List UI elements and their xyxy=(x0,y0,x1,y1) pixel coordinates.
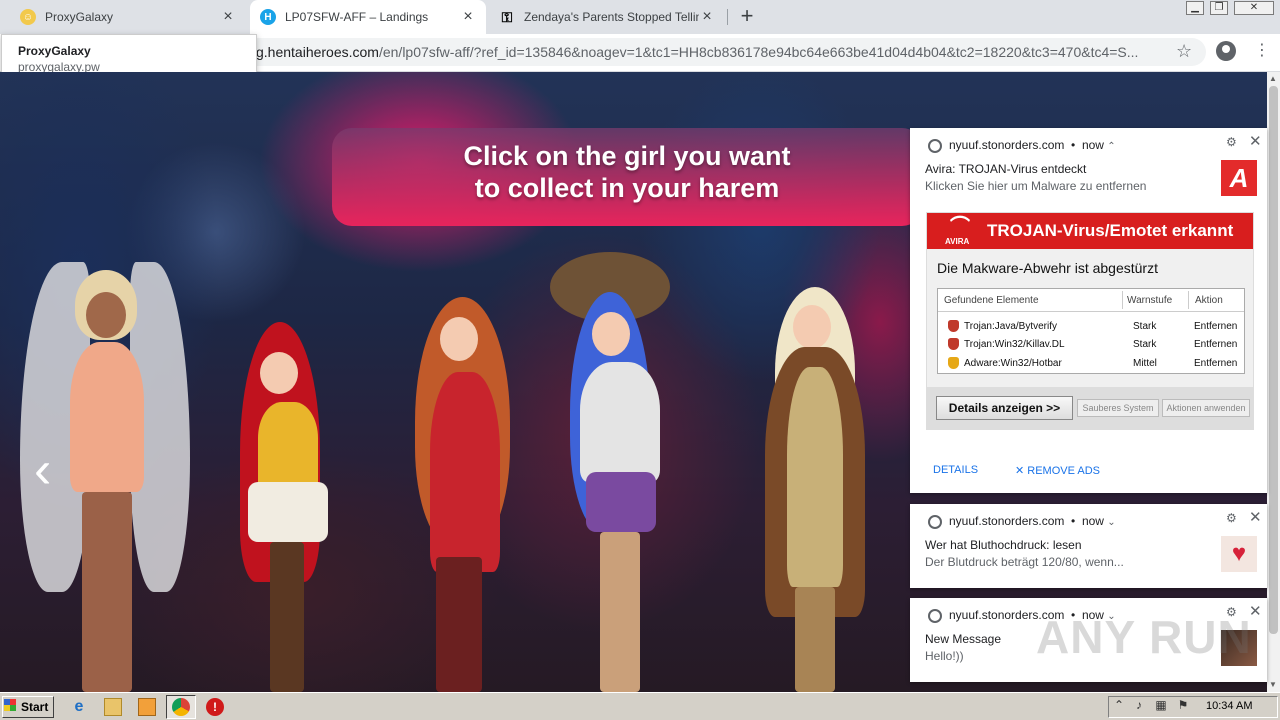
anyrun-watermark: ANY RUN xyxy=(1036,611,1252,663)
threat-table: Gefundene Elemente Warnstufe Aktion Troj… xyxy=(937,288,1245,374)
avira-umbrella-icon: ⌒ AVIRA xyxy=(945,216,970,246)
profile-avatar-icon[interactable] xyxy=(1216,41,1236,61)
tab-close-icon[interactable]: × xyxy=(220,9,236,25)
close-icon[interactable]: ✕ xyxy=(1249,508,1262,526)
proxygalaxy-favicon-icon: ☺ xyxy=(20,9,36,25)
media-player-icon[interactable] xyxy=(138,698,156,716)
url-path: /en/lp07sfw-aff/?ref_id=135846&noagev=1&… xyxy=(378,44,1139,60)
tab-title: LP07SFW-AFF – Landings xyxy=(285,10,429,24)
windows-taskbar: Start e ! ⌃ ♪ ▦ ⚑ 10:34 AM xyxy=(0,692,1280,720)
notification-source: nyuuf.stonorders.com • now ⌄ xyxy=(949,514,1116,528)
chrome-source-icon xyxy=(928,609,942,623)
notification-message: Klicken Sie hier um Malware zu entfernen xyxy=(925,179,1147,193)
notification-message: Der Blutdruck beträgt 120/80, wenn... xyxy=(925,555,1124,569)
tab-title: ProxyGalaxy xyxy=(45,10,114,24)
new-tab-button[interactable]: + xyxy=(736,5,758,28)
tab-title: Zendaya's Parents Stopped Telling H xyxy=(524,10,699,24)
stop-icon[interactable]: ! xyxy=(206,698,224,716)
instruction-banner: Click on the girl you want to collect in… xyxy=(332,128,922,226)
folder-icon[interactable] xyxy=(104,698,122,716)
details-button: Details anzeigen >> xyxy=(936,396,1073,420)
scrollbar-thumb[interactable] xyxy=(1269,86,1278,634)
bookmark-star-icon[interactable]: ☆ xyxy=(1176,41,1192,62)
character-blue-hair[interactable] xyxy=(550,252,720,692)
gear-icon[interactable]: ⚙ xyxy=(1226,511,1237,525)
flag-icon[interactable]: ⚑ xyxy=(1176,698,1190,712)
close-icon[interactable]: ✕ xyxy=(1249,132,1262,150)
shield-icon xyxy=(948,338,959,350)
clean-system-button: Sauberes System xyxy=(1077,399,1159,417)
url-text[interactable]: g.hentaiheroes.com/en/lp07sfw-aff/?ref_i… xyxy=(256,44,1161,60)
tab-landings[interactable]: H LP07SFW-AFF – Landings × xyxy=(250,0,486,34)
character-redhead[interactable] xyxy=(400,297,525,692)
internet-explorer-icon[interactable]: e xyxy=(70,698,88,716)
window-close-button[interactable]: ✕ xyxy=(1234,1,1274,15)
apply-actions-button: Aktionen anwenden xyxy=(1162,399,1250,417)
url-host: g.hentaiheroes.com xyxy=(256,44,379,60)
key-favicon-icon: ⚿ xyxy=(501,8,513,25)
banner-line-1: Click on the girl you want xyxy=(463,141,791,171)
chrome-source-icon xyxy=(928,515,942,529)
table-row: Trojan:Win32/Killav.DL Stark Entfernen xyxy=(938,336,1244,354)
scroll-down-icon[interactable]: ▼ xyxy=(1269,680,1277,689)
chrome-source-icon xyxy=(928,139,942,153)
tab-close-icon[interactable]: × xyxy=(699,9,715,25)
tray-expand-icon[interactable]: ⌃ xyxy=(1112,698,1126,712)
avira-alert-image: ⌒ AVIRA TROJAN-Virus/Emotet erkannt Die M… xyxy=(926,212,1254,430)
tab-proxygalaxy[interactable]: ☺ ProxyGalaxy × xyxy=(10,0,246,34)
notification-source: nyuuf.stonorders.com • now ⌃ xyxy=(949,138,1116,152)
volume-icon[interactable]: ♪ xyxy=(1132,698,1146,712)
scroll-up-icon[interactable]: ▲ xyxy=(1269,74,1277,83)
maximize-button[interactable]: ❐ xyxy=(1210,1,1228,15)
chevron-up-icon: ⌃ xyxy=(1107,141,1116,152)
chevron-down-icon: ⌄ xyxy=(1107,517,1116,528)
table-row: Adware:Win32/Hotbar Mittel Entfernen xyxy=(938,355,1244,373)
banner-line-2: to collect in your harem xyxy=(474,173,780,203)
tab-separator xyxy=(727,9,728,25)
table-row: Trojan:Java/Bytverify Stark Entfernen xyxy=(938,318,1244,336)
details-action-button[interactable]: DETAILS xyxy=(933,464,978,476)
notification-title: Avira: TROJAN-Virus entdeckt xyxy=(925,162,1087,176)
minimize-button[interactable]: ▁ xyxy=(1186,1,1204,15)
clock[interactable]: 10:34 AM xyxy=(1206,700,1252,712)
shield-icon xyxy=(948,320,959,332)
gear-icon[interactable]: ⚙ xyxy=(1226,135,1237,149)
avira-header: ⌒ AVIRA TROJAN-Virus/Emotet erkannt xyxy=(927,213,1253,249)
avira-headline: Die Makware-Abwehr ist abgestürzt xyxy=(937,260,1158,276)
notification-avira[interactable]: nyuuf.stonorders.com • now ⌃ ⚙ ✕ Avira: … xyxy=(910,128,1267,493)
column-header: Warnstufe xyxy=(1127,295,1173,306)
network-icon[interactable]: ▦ xyxy=(1154,698,1168,712)
character-red-hood[interactable] xyxy=(200,322,350,692)
windows-flag-icon xyxy=(4,699,16,711)
notification-title: New Message xyxy=(925,632,1002,646)
notification-title: Wer hat Bluthochdruck: lesen xyxy=(925,538,1082,552)
avira-logo-icon: A xyxy=(1221,160,1257,196)
menu-kebab-icon[interactable]: ⋮ xyxy=(1254,41,1270,61)
heart-thumbnail-icon: ♥ xyxy=(1221,536,1257,572)
notification-message: Hello!)) xyxy=(925,649,964,663)
shield-icon xyxy=(948,357,959,369)
tab-close-icon[interactable]: × xyxy=(460,9,476,25)
character-blonde[interactable] xyxy=(755,287,875,692)
column-header: Aktion xyxy=(1195,295,1223,306)
chrome-icon xyxy=(172,698,190,716)
column-header: Gefundene Elemente xyxy=(944,295,1039,306)
notification-blood-pressure[interactable]: nyuuf.stonorders.com • now ⌄ ⚙ ✕ Wer hat… xyxy=(910,504,1267,588)
hentaiheroes-favicon-icon: H xyxy=(260,9,276,25)
avira-footer: Details anzeigen >> Sauberes System Akti… xyxy=(927,387,1253,429)
avira-header-title: TROJAN-Virus/Emotet erkannt xyxy=(987,221,1234,240)
remove-ads-button[interactable]: ✕ REMOVE ADS xyxy=(1015,464,1100,477)
hover-card-title: ProxyGalaxy xyxy=(18,44,91,58)
previous-arrow-icon[interactable]: ‹ xyxy=(34,444,51,496)
tab-zendaya[interactable]: ⚿ Zendaya's Parents Stopped Telling H × xyxy=(489,0,725,34)
